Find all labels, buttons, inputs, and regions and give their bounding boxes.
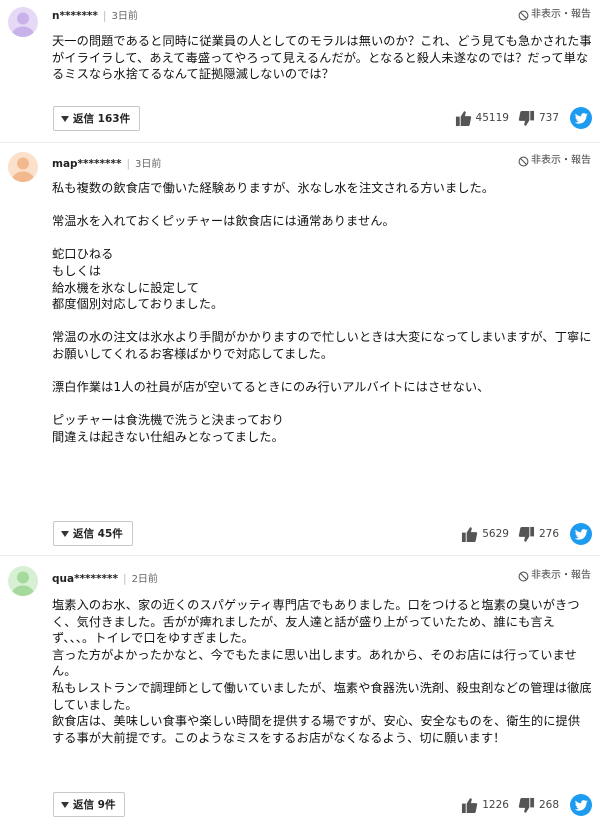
comment-3: qua******** | 2日前 非表示・報告 塩素入のお水、家の近くのスパゲッテ… (0, 555, 600, 834)
twitter-share-button[interactable] (570, 794, 592, 816)
timestamp: 3日前 (135, 159, 162, 170)
timestamp: 2日前 (131, 574, 158, 585)
comment-paragraph: ピッチャーは食洗機で洗うと決まっており (52, 413, 284, 428)
comment-paragraph: 常温水を入れておくピッチャーは飲食店には通常ありません。 (52, 214, 395, 229)
like-count: 45119 (475, 112, 509, 124)
vote-bar: 45119 737 (455, 106, 592, 130)
comment-body: 塩素入のお水、家の近くのスパゲッティ専門店でもありました。口をつけると塩素の臭い… (52, 597, 592, 746)
comment-paragraph: 給水機を氷なしに設定して (52, 280, 200, 295)
hide-circle-slash-icon (518, 571, 529, 581)
like-count: 1226 (482, 799, 509, 811)
comment-meta: map******** | 3日前 (52, 158, 162, 170)
comment-body: 私も複数の飲食店で働いた経験ありますが、氷なし水を注文される方いました。 常温水… (52, 180, 592, 446)
thumbs-down-icon[interactable] (518, 110, 535, 127)
comment-body: 天一の問題であると同時に従業員の人としてのモラルは無いのか？これ、どう見ても急か… (52, 33, 592, 83)
person-silhouette-icon (8, 152, 38, 182)
username[interactable]: map******** (52, 158, 121, 170)
twitter-bird-icon (574, 799, 588, 811)
comment-paragraph: 間違えは起きない仕組みとなってました。 (52, 429, 284, 444)
reply-count-label: 返信 9件 (73, 799, 116, 811)
person-silhouette-icon (8, 7, 38, 37)
triangle-down-icon (61, 801, 69, 808)
hide-report-button[interactable]: 非表示・報告 (518, 154, 591, 168)
comment-paragraph: 私も複数の飲食店で働いた経験ありますが、氷なし水を注文される方いました。 (52, 181, 495, 195)
report-label: 非表示・報告 (531, 155, 591, 166)
reply-count-label: 返信 45件 (73, 528, 123, 540)
dislike-count: 737 (538, 112, 559, 124)
comment-paragraph: もしくは (52, 263, 102, 278)
thumbs-down-icon[interactable] (518, 797, 535, 814)
triangle-down-icon (61, 115, 69, 122)
comment-paragraph: 都度個別対応しておりました。 (52, 297, 224, 312)
comment-paragraph: 蛇口ひねる (52, 247, 114, 262)
username[interactable]: qua******** (52, 573, 118, 585)
thumbs-up-icon[interactable] (461, 797, 478, 814)
timestamp: 3日前 (111, 11, 138, 22)
comment-meta: n******* | 3日前 (52, 10, 138, 22)
comment-1: n******* | 3日前 非表示・報告 天一の問題であると同時に従業員の人として… (0, 0, 600, 142)
dislike-count: 268 (538, 799, 559, 811)
vote-bar: 5629 276 (461, 522, 592, 546)
avatar[interactable] (8, 152, 38, 182)
comment-2: map******** | 3日前 非表示・報告 私も複数の飲食店で働いた経験ありま… (0, 142, 600, 555)
hide-circle-slash-icon (518, 156, 529, 166)
twitter-bird-icon (574, 528, 588, 540)
vote-bar: 1226 268 (461, 793, 592, 817)
comment-paragraph: 飲食店は、美味しい食事や楽しい時間を提供する場ですが、安心、安全なものを、衛生的… (52, 714, 581, 745)
like-count: 5629 (482, 528, 509, 540)
reply-toggle-button[interactable]: 返信 9件 (53, 792, 126, 817)
reply-toggle-button[interactable]: 返信 163件 (53, 106, 141, 131)
username[interactable]: n******* (52, 10, 98, 22)
thumbs-up-icon[interactable] (455, 110, 472, 127)
twitter-share-button[interactable] (570, 523, 592, 545)
comment-paragraph: 天一の問題であると同時に従業員の人としてのモラルは無いのか？これ、どう見ても急か… (52, 34, 592, 82)
comment-paragraph: 言った方がよかったかなと、今でもたまに思い出します。あれから、そのお店には行って… (52, 647, 577, 679)
comment-paragraph: 塩素入のお水、家の近くのスパゲッティ専門店でもありました。口をつけると塩素の臭い… (52, 598, 580, 646)
comment-meta: qua******** | 2日前 (52, 573, 158, 585)
report-label: 非表示・報告 (531, 9, 591, 20)
twitter-bird-icon (574, 112, 588, 124)
reply-count-label: 返信 163件 (73, 113, 131, 125)
dislike-count: 276 (538, 528, 559, 540)
comment-paragraph: 漂白作業は1人の社員が店が空いてるときにのみ行いアルバイトにはさせない、 (52, 380, 490, 395)
person-silhouette-icon (8, 566, 38, 596)
triangle-down-icon (61, 530, 69, 537)
hide-circle-slash-icon (518, 10, 529, 20)
twitter-share-button[interactable] (570, 107, 592, 129)
report-label: 非表示・報告 (531, 570, 591, 581)
comment-paragraph: 常温の水の注文は氷水より手間がかかりますので忙しいときは大変になってしまいますが… (52, 330, 592, 361)
hide-report-button[interactable]: 非表示・報告 (518, 8, 591, 22)
avatar[interactable] (8, 566, 38, 596)
reply-toggle-button[interactable]: 返信 45件 (53, 521, 133, 546)
thumbs-down-icon[interactable] (518, 526, 535, 543)
avatar[interactable] (8, 7, 38, 37)
thumbs-up-icon[interactable] (461, 526, 478, 543)
comment-paragraph: 私もレストランで調理師として働いていましたが、塩素や食器洗い洗剤、殺虫剤などの管… (52, 680, 592, 712)
hide-report-button[interactable]: 非表示・報告 (518, 569, 591, 583)
